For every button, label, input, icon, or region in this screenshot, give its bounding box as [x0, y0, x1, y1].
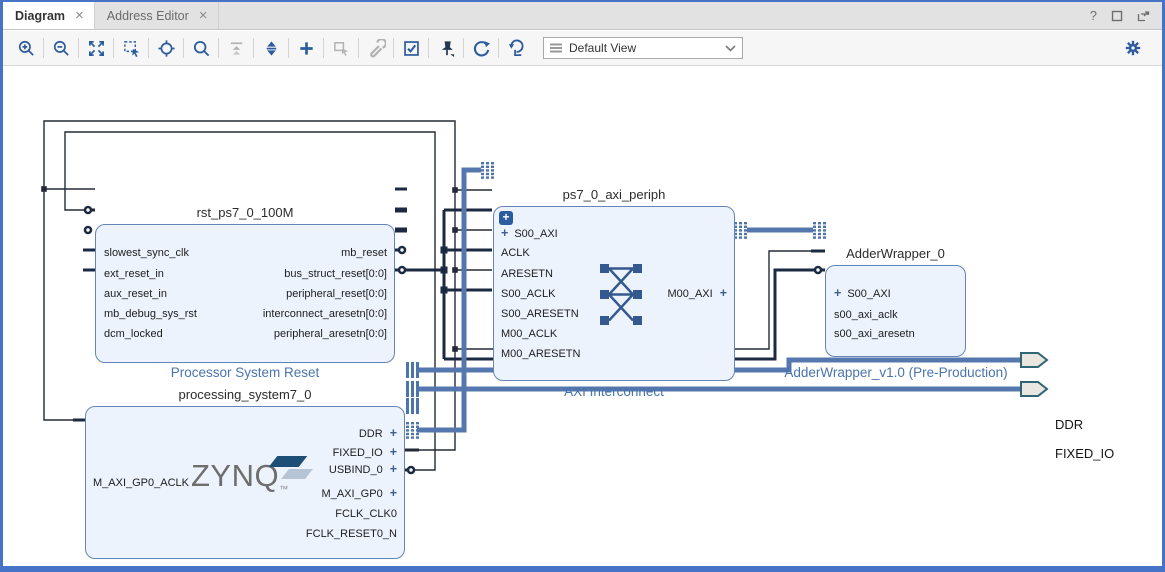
port-adder-s00-axi[interactable]: S00_AXI: [834, 287, 890, 301]
block-type-interconnect: AXI Interconnect: [564, 384, 664, 399]
port-aux-reset-in[interactable]: aux_reset_in: [104, 288, 167, 301]
block-type-zynq: ZYNQ7 Processing System: [85, 565, 405, 566]
port-fclk-clk0[interactable]: FCLK_CLK0: [253, 508, 397, 521]
hamburger-icon: [550, 43, 562, 53]
wire-junctions: [440, 246, 448, 294]
toolbar-separator: [113, 38, 114, 58]
tab-address-editor[interactable]: Address Editor: [95, 2, 219, 29]
block-title-zynq: processing_system7_0: [178, 387, 312, 402]
close-icon[interactable]: [75, 9, 84, 23]
port-s00-axi-aresetn[interactable]: s00_axi_aresetn: [834, 328, 915, 341]
net-m-axi-gp0[interactable]: [417, 167, 481, 433]
toolbar-separator: [428, 38, 429, 58]
port-peripheral-reset[interactable]: peripheral_reset[0:0]: [203, 288, 387, 301]
toolbar-separator: [43, 38, 44, 58]
block-title-reset: rst_ps7_0_100M: [196, 205, 294, 220]
port-m00-aresetn[interactable]: M00_ARESETN: [501, 348, 580, 361]
port-s00-axi[interactable]: S00_AXI: [501, 227, 557, 241]
port-ext-reset-in[interactable]: ext_reset_in: [104, 268, 164, 281]
window-buttons: ?: [1090, 2, 1162, 29]
zynq-logo: ZYNQ: [191, 456, 313, 504]
toolbar-separator: [148, 38, 149, 58]
toolbar-separator: [218, 38, 219, 58]
port-interconnect-aresetn[interactable]: interconnect_aresetn[0:0]: [203, 308, 387, 321]
tab-diagram[interactable]: Diagram: [3, 2, 95, 29]
validate-design-icon[interactable]: [398, 36, 424, 60]
port-s00-axi-aclk[interactable]: s00_axi_aclk: [834, 309, 898, 322]
chevron-down-icon: [725, 44, 736, 52]
port-aclk[interactable]: ACLK: [501, 247, 530, 260]
tab-strip: Diagram Address Editor ?: [3, 2, 1162, 30]
port-s00-aresetn[interactable]: S00_ARESETN: [501, 308, 579, 321]
autofit-selection-icon[interactable]: [153, 36, 179, 60]
tab-diagram-label: Diagram: [15, 8, 66, 23]
toolbar-separator: [78, 38, 79, 58]
toolbar-separator: [393, 38, 394, 58]
view-selector-dropdown[interactable]: Default View: [543, 37, 743, 59]
port-aresetn[interactable]: ARESETN: [501, 268, 553, 281]
block-type-adder: AdderWrapper_v1.0 (Pre-Production): [784, 365, 1008, 380]
diagram-canvas[interactable]: rst_ps7_0_100M slowest_sync_clk ext_rese…: [3, 66, 1162, 566]
regenerate-layout-icon[interactable]: [503, 36, 529, 60]
zoom-to-selection-icon[interactable]: [118, 36, 144, 60]
expand-hierarchy-icon[interactable]: [258, 36, 284, 60]
collapse-block-icon[interactable]: [499, 211, 513, 225]
float-window-icon[interactable]: [1137, 10, 1150, 22]
block-title-interconnect: ps7_0_axi_periph: [562, 187, 666, 202]
customize-block-icon[interactable]: [363, 36, 389, 60]
zynq-logo-swoosh-dark: [268, 456, 308, 467]
pin-icon[interactable]: [433, 36, 459, 60]
port-fclk-reset0-n[interactable]: FCLK_RESET0_N: [253, 528, 397, 541]
external-port-ddr-label[interactable]: DDR: [1055, 417, 1083, 432]
settings-gear-icon[interactable]: [1120, 36, 1146, 60]
zoom-fit-icon[interactable]: [83, 36, 109, 60]
port-peripheral-aresetn[interactable]: peripheral_aresetn[0:0]: [203, 328, 387, 341]
external-port-fixed-io-shape: [1020, 381, 1049, 397]
port-mb-reset[interactable]: mb_reset: [203, 247, 387, 260]
view-selector-value: Default View: [569, 41, 637, 55]
diagram-toolbar: Default View: [3, 31, 1162, 66]
port-bus-struct-reset[interactable]: bus_struct_reset[0:0]: [203, 268, 387, 281]
port-dcm-locked[interactable]: dcm_locked: [104, 328, 163, 341]
port-s00-aclk[interactable]: S00_ACLK: [501, 288, 555, 301]
toolbar-separator: [358, 38, 359, 58]
block-type-reset: Processor System Reset: [170, 365, 320, 380]
zoom-in-icon[interactable]: [13, 36, 39, 60]
port-mb-debug-sys-rst[interactable]: mb_debug_sys_rst: [104, 308, 197, 321]
close-icon[interactable]: [199, 9, 208, 23]
vivado-diagram-window: Diagram Address Editor ?: [0, 0, 1165, 572]
tab-address-editor-label: Address Editor: [106, 8, 189, 23]
toolbar-separator: [323, 38, 324, 58]
toolbar-separator: [288, 38, 289, 58]
port-ddr[interactable]: DDR: [253, 427, 397, 441]
toolbar-separator: [498, 38, 499, 58]
toolbar-separator: [463, 38, 464, 58]
axi-crossbar-icon: [600, 264, 642, 325]
maximize-icon[interactable]: [1111, 10, 1123, 22]
make-external-icon[interactable]: [328, 36, 354, 60]
help-icon[interactable]: ?: [1090, 8, 1097, 23]
add-ip-icon[interactable]: [293, 36, 319, 60]
refresh-icon[interactable]: [468, 36, 494, 60]
external-port-fixed-io-label[interactable]: FIXED_IO: [1055, 446, 1114, 461]
zoom-out-icon[interactable]: [48, 36, 74, 60]
port-m-axi-gp0-aclk[interactable]: M_AXI_GP0_ACLK: [93, 477, 189, 490]
search-icon[interactable]: [188, 36, 214, 60]
block-title-adder: AdderWrapper_0: [846, 246, 945, 261]
port-m00-aclk[interactable]: M00_ACLK: [501, 328, 557, 341]
toolbar-separator: [183, 38, 184, 58]
toolbar-separator: [253, 38, 254, 58]
port-slowest-sync-clk[interactable]: slowest_sync_clk: [104, 247, 189, 260]
collapse-hierarchy-icon[interactable]: [223, 36, 249, 60]
